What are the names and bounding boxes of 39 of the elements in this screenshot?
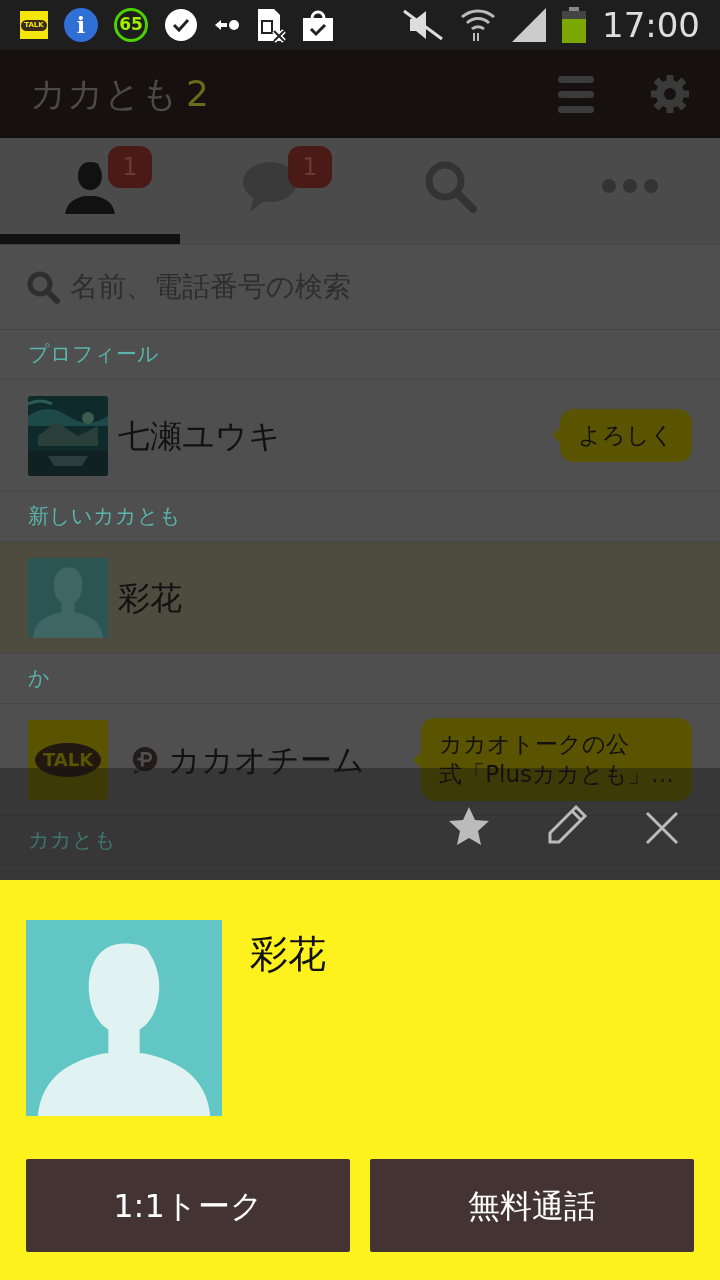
speech-bubble-icon bbox=[242, 160, 298, 212]
status-message: よろしく bbox=[578, 420, 674, 450]
friend-row[interactable]: 彩花 bbox=[0, 542, 720, 654]
shopping-bag-icon bbox=[302, 8, 334, 42]
search-icon bbox=[26, 270, 60, 304]
section-header: 新しいカカとも bbox=[28, 502, 181, 530]
status-message: カカオトークの公 bbox=[439, 729, 631, 759]
close-icon[interactable] bbox=[644, 810, 680, 846]
wifi-icon bbox=[460, 7, 496, 43]
action-button[interactable]: 無料通話 bbox=[370, 1159, 694, 1252]
profile-name: 彩花 bbox=[250, 931, 326, 978]
sim-card-icon bbox=[256, 7, 286, 43]
friend-name: 七瀬ユウキ bbox=[118, 415, 281, 457]
friend-name: 彩花 bbox=[118, 577, 182, 619]
friend-name: カカオチーム bbox=[168, 739, 366, 781]
avatar-icon bbox=[28, 557, 108, 638]
section-header: カカとも bbox=[28, 826, 116, 854]
counter-icon: 65 bbox=[114, 8, 148, 42]
search-icon bbox=[423, 159, 477, 213]
section-header: か bbox=[28, 664, 50, 692]
avatar-icon bbox=[26, 920, 222, 1116]
more-icon bbox=[602, 179, 658, 193]
section-header: プロフィール bbox=[28, 340, 159, 368]
check-bubble-icon bbox=[164, 8, 198, 42]
battery-icon bbox=[562, 7, 586, 43]
arrow-dot-icon bbox=[214, 18, 240, 32]
status-message: 式「Plusカカとも」… bbox=[439, 759, 674, 789]
star-icon[interactable] bbox=[448, 806, 490, 846]
mute-icon bbox=[402, 9, 444, 41]
settings-icon[interactable] bbox=[650, 74, 690, 114]
info-icon: i bbox=[64, 8, 98, 42]
action-button[interactable]: 1:1トーク bbox=[26, 1159, 350, 1252]
page-title: カカとも bbox=[30, 72, 178, 116]
menu-button[interactable] bbox=[558, 75, 594, 113]
chat-logo: TALK bbox=[28, 719, 108, 800]
pencil-icon[interactable] bbox=[546, 804, 588, 846]
signal-icon bbox=[512, 8, 546, 42]
friend-count: 2 bbox=[186, 72, 209, 116]
clock: 17:00 bbox=[602, 3, 700, 47]
